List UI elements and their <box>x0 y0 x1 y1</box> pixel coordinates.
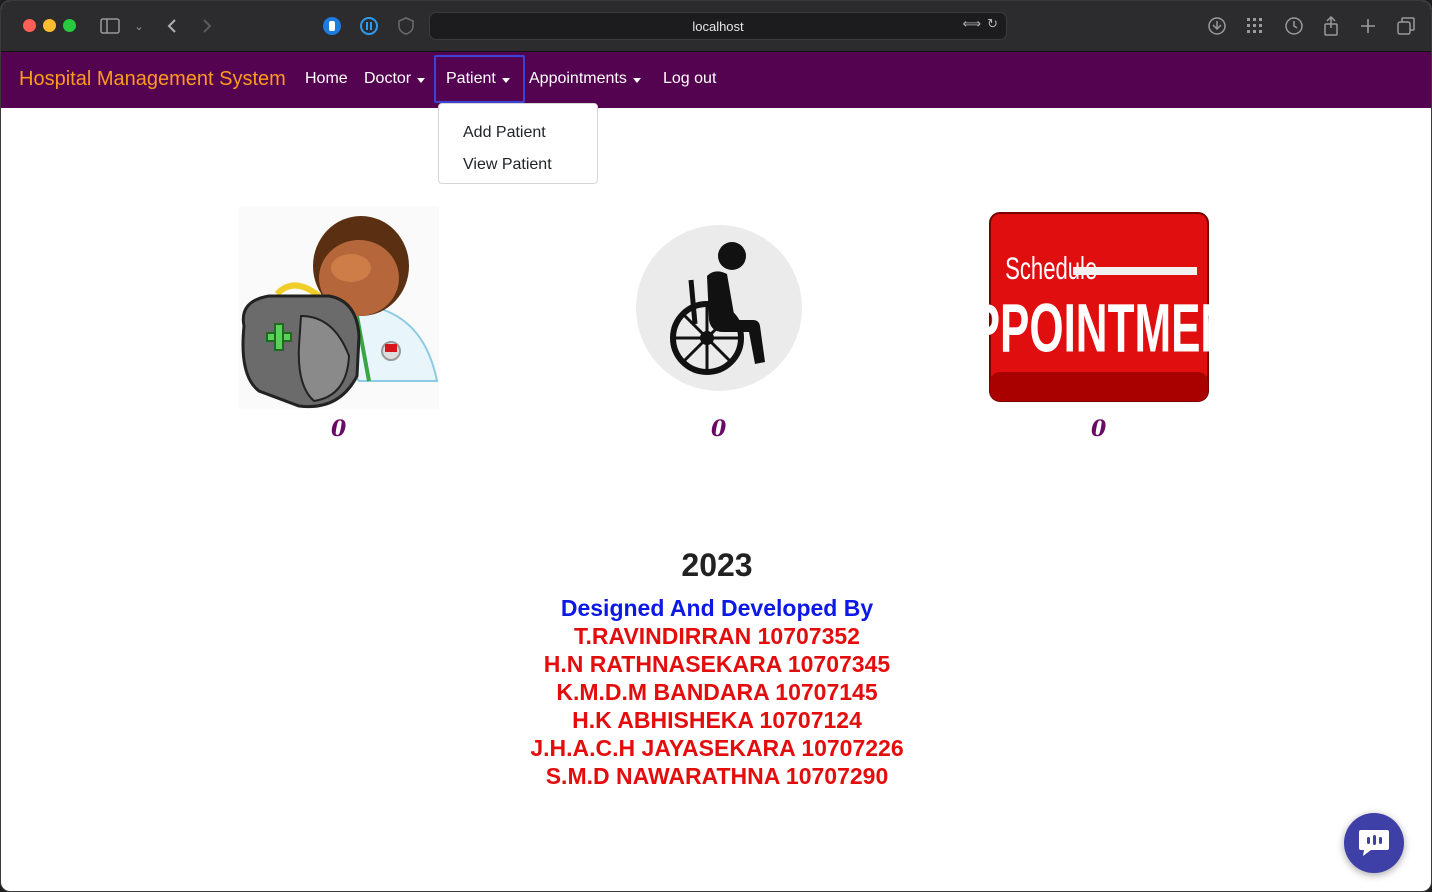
chevron-down-icon[interactable]: ⌄ <box>128 15 150 37</box>
download-icon[interactable] <box>1206 15 1228 37</box>
navbar-brand[interactable]: Hospital Management System <box>19 68 286 91</box>
nav-item-home[interactable]: Home <box>305 70 348 88</box>
designed-by-heading: Designed And Developed By <box>560 595 874 621</box>
address-url: localhost <box>692 18 744 34</box>
history-icon[interactable] <box>1283 15 1305 37</box>
wheelchair-icon <box>636 225 802 391</box>
patient-dropdown-menu: Add Patient View Patient <box>438 103 598 184</box>
address-bar[interactable]: localhost ⟺ ↻ <box>429 12 1007 40</box>
reload-icon[interactable]: ↻ <box>987 17 998 32</box>
main-navbar: Hospital Management System Home Doctor P… <box>1 52 1431 108</box>
extension-pause-icon[interactable] <box>358 15 380 37</box>
translate-icon[interactable]: ⟺ <box>962 17 981 32</box>
appointment-count: 0 <box>1091 416 1107 442</box>
browser-toolbar: ⌄ localhost ⟺ ↻ <box>1 1 1431 52</box>
browser-window: ⌄ localhost ⟺ ↻ Hospital Management Syst… <box>0 0 1432 892</box>
developer-name: K.M.D.M BANDARA 10707145 <box>556 679 878 705</box>
nav-item-patient[interactable]: Patient <box>446 70 510 88</box>
doctor-card[interactable] <box>239 206 439 409</box>
dropdown-item-view-patient[interactable]: View Patient <box>439 149 597 181</box>
nav-label: Appointments <box>529 70 627 87</box>
nav-label: Patient <box>446 70 496 87</box>
maximize-window-button[interactable] <box>63 19 76 32</box>
chat-icon <box>1359 830 1389 856</box>
caret-down-icon <box>632 77 641 83</box>
grid-icon[interactable] <box>1244 15 1266 37</box>
close-window-button[interactable] <box>23 19 36 32</box>
nav-label: Home <box>305 70 348 87</box>
caret-down-icon <box>417 77 426 83</box>
footer-year: 2023 <box>681 547 753 583</box>
privacy-shield-icon[interactable] <box>395 15 417 37</box>
patient-count: 0 <box>711 416 727 442</box>
developer-name: H.K ABHISHEKA 10707124 <box>572 707 862 733</box>
developer-name: H.N RATHNASEKARA 10707345 <box>543 651 891 677</box>
dropdown-item-add-patient[interactable]: Add Patient <box>439 117 597 149</box>
tab-overview-icon[interactable] <box>1395 15 1417 37</box>
forward-icon[interactable] <box>196 15 218 37</box>
developer-name: J.H.A.C.H JAYASEKARA 10707226 <box>530 735 904 761</box>
nav-item-doctor[interactable]: Doctor <box>364 70 426 88</box>
extension-hand-icon[interactable] <box>321 15 343 37</box>
image-text-main: APPOINTMENT <box>989 291 1209 367</box>
nav-item-appointments[interactable]: Appointments <box>529 70 641 88</box>
appointment-card[interactable]: Schedule APPOINTMENT <box>939 212 1259 402</box>
developer-name: S.M.D NAWARATHNA 10707290 <box>545 763 889 789</box>
schedule-appointment-icon: Schedule APPOINTMENT <box>939 212 1259 402</box>
sidebar-toggle-icon[interactable] <box>99 15 121 37</box>
share-icon[interactable] <box>1320 15 1342 37</box>
chat-widget-button[interactable] <box>1344 813 1404 873</box>
nav-item-logout[interactable]: Log out <box>663 70 716 88</box>
doctor-count: 0 <box>331 416 347 442</box>
caret-down-icon <box>501 77 510 83</box>
new-tab-icon[interactable] <box>1357 15 1379 37</box>
nav-label: Doctor <box>364 70 412 87</box>
developer-name: T.RAVINDIRRAN 10707352 <box>574 623 860 649</box>
minimize-window-button[interactable] <box>43 19 56 32</box>
doctor-icon <box>239 206 439 409</box>
back-icon[interactable] <box>161 15 183 37</box>
patient-card[interactable] <box>635 224 803 392</box>
developer-list: T.RAVINDIRRAN 10707352 H.N RATHNASEKARA … <box>1 622 1431 790</box>
nav-label: Log out <box>663 70 717 87</box>
